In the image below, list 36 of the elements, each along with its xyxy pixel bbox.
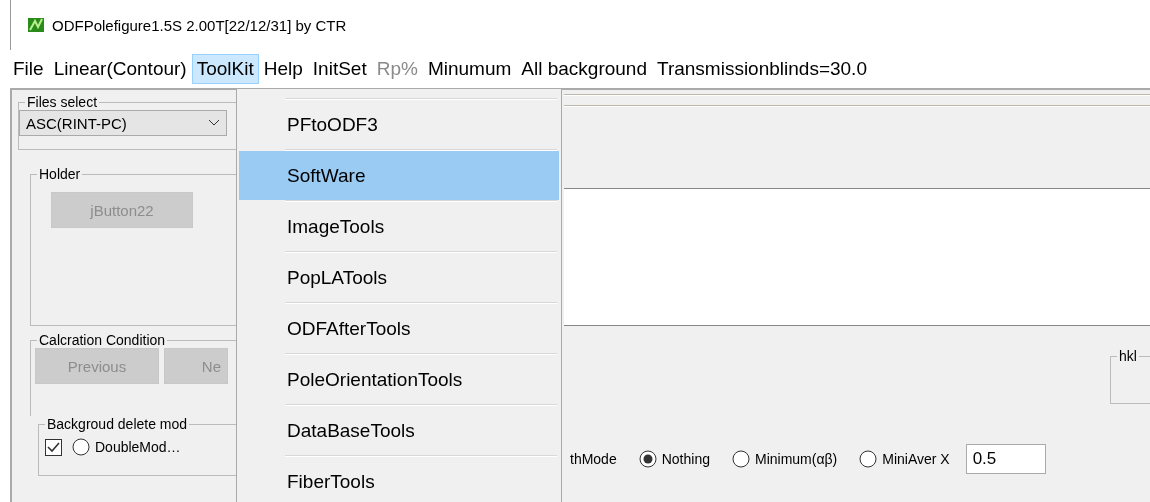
- option-label: Nothing: [661, 451, 710, 467]
- menu-item[interactable]: PopLATools: [239, 253, 559, 302]
- menu-item[interactable]: PoleOrientationTools: [239, 355, 559, 404]
- menu-item[interactable]: Linear(Contour): [48, 54, 192, 84]
- option-label: DoubleMod…: [95, 439, 181, 455]
- menu-item[interactable]: Minumum: [422, 54, 517, 84]
- menu-item[interactable]: DataBaseTools: [239, 406, 559, 455]
- value-field[interactable]: 0.5: [965, 444, 1046, 474]
- menu-item[interactable]: InitSet: [307, 54, 372, 84]
- menu-item[interactable]: PFtoODF3: [239, 100, 559, 149]
- dropdown[interactable]: ASC(RINT-PC): [19, 110, 227, 136]
- menu-item[interactable]: SoftWare: [239, 151, 559, 200]
- checkbox[interactable]: [45, 438, 62, 456]
- chevron-icon: [208, 119, 220, 127]
- option-label: MiniAver X: [882, 451, 950, 467]
- radio-button[interactable]: [72, 438, 90, 456]
- radio-button[interactable]: [638, 450, 657, 468]
- menu-item[interactable]: ImageTools: [239, 202, 559, 251]
- window-title: ODFPolefigure1.5S 2.00T[22/12/31] by CTR: [52, 16, 347, 34]
- menu-item[interactable]: FiberTools: [239, 457, 559, 502]
- group-label: Holder: [38, 166, 82, 182]
- menu-item[interactable]: ODFAfterTools: [239, 304, 559, 353]
- menu-item[interactable]: ToolKit: [191, 54, 259, 84]
- app-icon: [28, 18, 44, 32]
- menu-item[interactable]: Transmissionblinds=30.0: [652, 54, 872, 84]
- menu-item[interactable]: All background: [516, 54, 652, 84]
- option-label: thMode: [570, 451, 617, 467]
- group-label: Backgroud delete mod: [46, 416, 189, 432]
- group-label: Files select: [26, 94, 99, 110]
- menu-item[interactable]: File: [8, 54, 49, 84]
- option-label: Minimum(αβ): [754, 451, 838, 467]
- radio-button[interactable]: [859, 450, 878, 468]
- radio-button[interactable]: [731, 450, 750, 468]
- group-label: Calcration Condition: [38, 332, 167, 348]
- group-label: hkl: [1118, 348, 1138, 364]
- menu-item[interactable]: Help: [258, 54, 308, 84]
